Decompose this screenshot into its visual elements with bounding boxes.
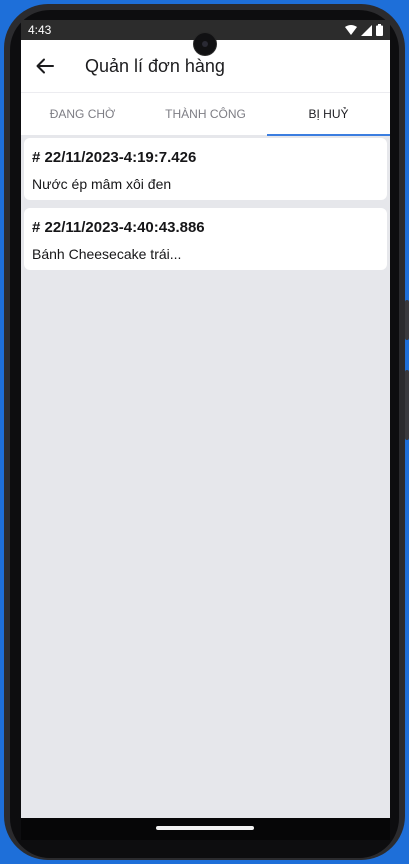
tab-pending[interactable]: ĐANG CHỜ	[21, 93, 144, 135]
tab-cancelled[interactable]: BỊ HUỶ	[267, 93, 390, 136]
navigation-bar	[21, 818, 390, 840]
order-card[interactable]: # 22/11/2023-4:40:43.886 Bánh Cheesecake…	[24, 208, 387, 270]
order-item-name: Nước ép mâm xôi đen	[32, 176, 172, 192]
signal-icon	[361, 24, 372, 36]
home-gesture-bar[interactable]	[156, 826, 254, 830]
order-tabs: ĐANG CHỜ THÀNH CÔNG BỊ HUỶ	[21, 92, 390, 136]
arrow-left-icon	[36, 58, 54, 74]
power-button	[405, 300, 409, 340]
app-screen: 4:43 Quản lí đơn hàng ĐANG CHỜ THÀNH CÔN…	[21, 20, 390, 818]
battery-icon	[376, 24, 383, 36]
status-icons	[345, 24, 383, 36]
order-list: # 22/11/2023-4:19:7.426 Nước ép mâm xôi …	[24, 138, 387, 278]
wifi-icon	[345, 25, 357, 35]
order-item-name: Bánh Cheesecake trái...	[32, 246, 182, 262]
order-id: # 22/11/2023-4:19:7.426	[32, 149, 197, 166]
order-id: # 22/11/2023-4:40:43.886	[32, 219, 205, 236]
tab-success[interactable]: THÀNH CÔNG	[144, 93, 267, 135]
page-title: Quản lí đơn hàng	[85, 56, 225, 76]
back-button[interactable]	[33, 54, 57, 78]
order-card[interactable]: # 22/11/2023-4:19:7.426 Nước ép mâm xôi …	[24, 138, 387, 200]
status-time: 4:43	[28, 23, 52, 37]
device-background: 4:43 Quản lí đơn hàng ĐANG CHỜ THÀNH CÔN…	[0, 0, 409, 864]
volume-button	[405, 370, 409, 440]
front-camera	[194, 33, 216, 55]
